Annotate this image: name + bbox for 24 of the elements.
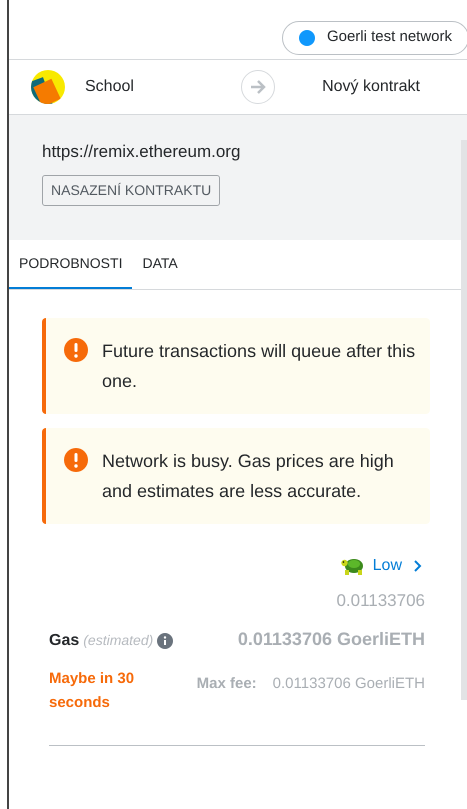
origin-url: https://remix.ethereum.org [42, 141, 240, 163]
warning-icon [64, 338, 88, 362]
gas-setting-label: Low [372, 556, 402, 576]
scrollbar[interactable] [461, 140, 467, 700]
warning-icon [64, 448, 88, 472]
alert-message: Future transactions will queue after this one. [102, 340, 416, 393]
max-fee-amount: 0.01133706 GoerliETH [272, 674, 425, 694]
account-avatar-icon [31, 70, 65, 104]
tab[interactable]: PODROBNOSTI [9, 239, 132, 289]
gas-setting-link[interactable]: Low [340, 554, 422, 578]
tab[interactable]: DATA [132, 239, 188, 289]
fiat-amount: 0.01133706 [336, 590, 425, 612]
sender-account-name: School [85, 77, 134, 97]
max-fee-label: Max fee: [196, 674, 257, 694]
transaction-type-badge: NASAZENÍ KONTRAKTU [42, 174, 220, 206]
estimated-time: Maybe in 30 seconds [49, 668, 136, 712]
recipient-name: Nový kontrakt [322, 77, 420, 97]
gas-label: Gas [49, 630, 80, 650]
info-icon[interactable] [157, 632, 174, 648]
gas-amount: 0.01133706 GoerliETH [238, 628, 425, 650]
alert-message: Network is busy. Gas prices are high and estimates are less accurate. [102, 450, 395, 503]
gas-note: (estimated) [83, 631, 154, 650]
chevron-icon [414, 560, 422, 572]
network-selector[interactable]: Goerli test network [282, 20, 467, 54]
